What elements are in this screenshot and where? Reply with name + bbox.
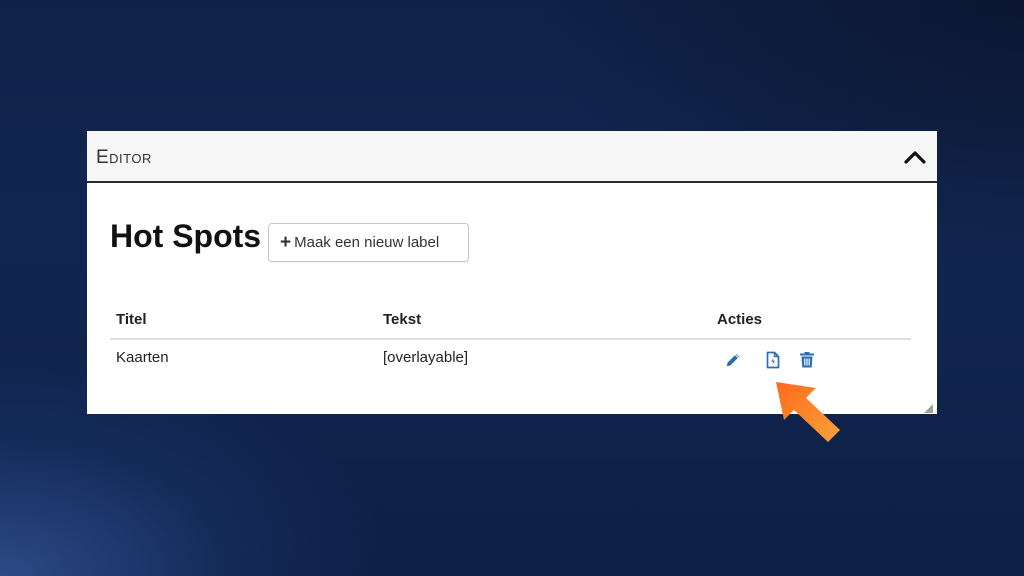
pencil-icon[interactable] bbox=[723, 350, 743, 370]
cell-tekst: [overlayable] bbox=[383, 349, 469, 366]
page-title: Hot Spots bbox=[110, 218, 262, 254]
plus-icon: + bbox=[280, 232, 292, 253]
column-header-titel: Titel bbox=[116, 311, 147, 328]
column-header-tekst: Tekst bbox=[383, 311, 422, 328]
new-label-button[interactable]: + Maak een nieuw label bbox=[268, 223, 469, 262]
editor-header[interactable]: Editor bbox=[87, 131, 937, 183]
pointer-arrow-icon bbox=[770, 374, 846, 446]
new-label-button-text: Maak een nieuw label bbox=[294, 234, 440, 251]
column-header-acties: Acties bbox=[717, 311, 763, 328]
cell-titel: Kaarten bbox=[116, 349, 169, 366]
document-icon[interactable] bbox=[763, 350, 783, 370]
resize-handle-icon[interactable] bbox=[923, 400, 933, 413]
editor-panel: Editor Hot Spots + Maak een nieuw label T… bbox=[87, 131, 937, 414]
table-header-divider bbox=[110, 338, 911, 340]
trash-icon[interactable] bbox=[797, 350, 817, 370]
editor-title: Editor bbox=[96, 147, 152, 168]
chevron-up-icon[interactable] bbox=[903, 145, 927, 169]
